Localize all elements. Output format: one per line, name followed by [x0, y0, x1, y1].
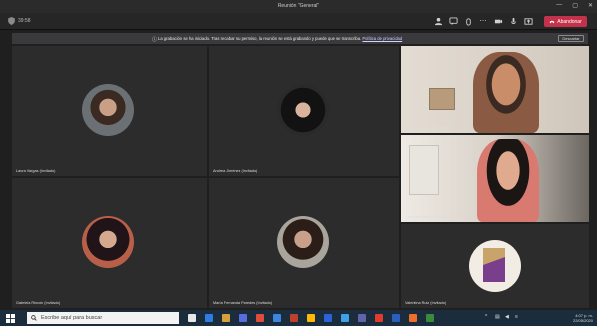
taskbar-app-icon[interactable]	[389, 312, 403, 324]
app-glyph-icon	[307, 314, 315, 322]
app-glyph-icon	[324, 314, 332, 322]
participant-name: Carolina Méndez (Invitado)	[405, 215, 451, 219]
participant-avatar	[277, 216, 329, 268]
app-glyph-icon	[256, 314, 264, 322]
info-icon: ⓘ	[152, 37, 158, 43]
shield-icon	[8, 17, 15, 25]
windows-start-icon[interactable]	[6, 314, 15, 323]
taskbar-app-icon[interactable]	[304, 312, 318, 324]
app-glyph-icon	[222, 314, 230, 322]
app-glyph-icon	[358, 314, 366, 322]
participant-name: Laura Vargas (Invitado)	[16, 169, 56, 173]
taskbar-app-icon[interactable]	[219, 312, 233, 324]
leave-label: Abandonar	[557, 18, 582, 25]
app-glyph-icon	[426, 314, 434, 322]
video-tile[interactable]: Ana Lucía Torres (Invitado)	[401, 46, 589, 133]
camera-icon[interactable]	[493, 16, 503, 26]
app-glyph-icon	[341, 314, 349, 322]
participant-avatar	[469, 240, 521, 292]
maximize-button[interactable]: ▢	[572, 2, 578, 9]
volume-icon[interactable]: ◀	[505, 314, 511, 321]
window-title: Reunión "General"	[277, 3, 320, 9]
microphone-icon[interactable]	[508, 16, 518, 26]
participant-name: Andrea Jiménez (Invitado)	[213, 169, 258, 173]
banner-message: La grabación se ha iniciado. Tras recaba…	[158, 36, 402, 41]
participant-video	[477, 139, 539, 222]
minimize-button[interactable]: —	[556, 2, 562, 9]
taskbar-app-icon[interactable]	[321, 312, 335, 324]
video-tile[interactable]: Carolina Méndez (Invitado)	[401, 135, 589, 222]
taskbar-app-icon[interactable]	[253, 312, 267, 324]
participant-name: María Fernanda Paredes (Invitado)	[213, 301, 273, 305]
close-button[interactable]: ✕	[588, 2, 593, 9]
participant-name: Gabriela Rincón (Invitado)	[16, 301, 61, 305]
dismiss-button[interactable]: Descartar	[558, 35, 584, 42]
chat-icon[interactable]	[448, 16, 458, 26]
toolbar-actions: ⋯	[433, 16, 533, 26]
taskbar-app-icon[interactable]	[406, 312, 420, 324]
chevron-up-icon[interactable]: ^	[485, 314, 491, 321]
app-glyph-icon	[205, 314, 213, 322]
participant-avatar	[82, 84, 134, 136]
taskbar-app-icon[interactable]	[372, 312, 386, 324]
privacy-link[interactable]: Política de privacidad	[362, 36, 402, 41]
taskbar-app-icon[interactable]	[185, 312, 199, 324]
app-glyph-icon	[392, 314, 400, 322]
recording-banner: ⓘ La grabación se ha iniciado. Tras reca…	[12, 33, 588, 44]
window-titlebar: Reunión "General" — ▢ ✕	[0, 0, 597, 13]
search-icon	[31, 315, 37, 321]
taskbar-app-icon[interactable]	[355, 312, 369, 324]
participant-tile[interactable]: Valentina Ruiz (Invitado)	[401, 224, 589, 308]
meeting-toolbar: 39:58 ⋯ Abandonar	[0, 13, 597, 30]
clock-date: 22/05/2020	[572, 318, 593, 323]
participant-tile[interactable]: Gabriela Rincón (Invitado)	[12, 178, 207, 308]
participant-avatar	[277, 84, 329, 136]
window-controls: — ▢ ✕	[556, 2, 593, 9]
taskbar-app-icon[interactable]	[270, 312, 284, 324]
network-icon[interactable]: ▤	[495, 314, 501, 321]
search-placeholder: Escribe aquí para buscar	[41, 315, 103, 321]
app-glyph-icon	[273, 314, 281, 322]
phone-icon	[549, 20, 555, 24]
taskbar-app-icon[interactable]	[423, 312, 437, 324]
taskbar-app-icon[interactable]	[202, 312, 216, 324]
taskbar-app-icon[interactable]	[338, 312, 352, 324]
taskbar-apps	[185, 312, 437, 324]
app-glyph-icon	[188, 314, 196, 322]
participants-icon[interactable]	[433, 16, 443, 26]
participant-video	[473, 52, 539, 133]
participant-avatar	[82, 216, 134, 268]
meeting-timer: 39:58	[18, 18, 31, 24]
participant-name: Ana Lucía Torres (Invitado)	[405, 126, 451, 130]
participant-name: Valentina Ruiz (Invitado)	[405, 301, 447, 305]
language-icon[interactable]: ≡	[515, 314, 521, 321]
app-glyph-icon	[239, 314, 247, 322]
app-glyph-icon	[375, 314, 383, 322]
app-glyph-icon	[290, 314, 298, 322]
leave-button[interactable]: Abandonar	[544, 16, 587, 27]
participant-tile[interactable]: Andrea Jiménez (Invitado)	[209, 46, 399, 176]
wall-picture	[429, 88, 455, 110]
share-icon[interactable]	[523, 16, 533, 26]
raise-hand-icon[interactable]	[463, 16, 473, 26]
participant-tile[interactable]: María Fernanda Paredes (Invitado)	[209, 178, 399, 308]
more-icon[interactable]: ⋯	[478, 16, 488, 26]
taskbar-search[interactable]: Escribe aquí para buscar	[27, 312, 179, 324]
taskbar-app-icon[interactable]	[236, 312, 250, 324]
taskbar-app-icon[interactable]	[287, 312, 301, 324]
wall-door	[409, 145, 439, 195]
participant-tile[interactable]: Laura Vargas (Invitado)	[12, 46, 207, 176]
banner-text: La grabación se ha iniciado. Tras recaba…	[158, 36, 363, 41]
clock[interactable]: 4:07 p. m. 22/05/2020	[573, 313, 593, 323]
system-tray: ^ ▤ ◀ ≡	[485, 314, 521, 321]
app-glyph-icon	[409, 314, 417, 322]
taskbar: Escribe aquí para buscar ^ ▤ ◀ ≡ 4:07 p.…	[0, 310, 597, 326]
